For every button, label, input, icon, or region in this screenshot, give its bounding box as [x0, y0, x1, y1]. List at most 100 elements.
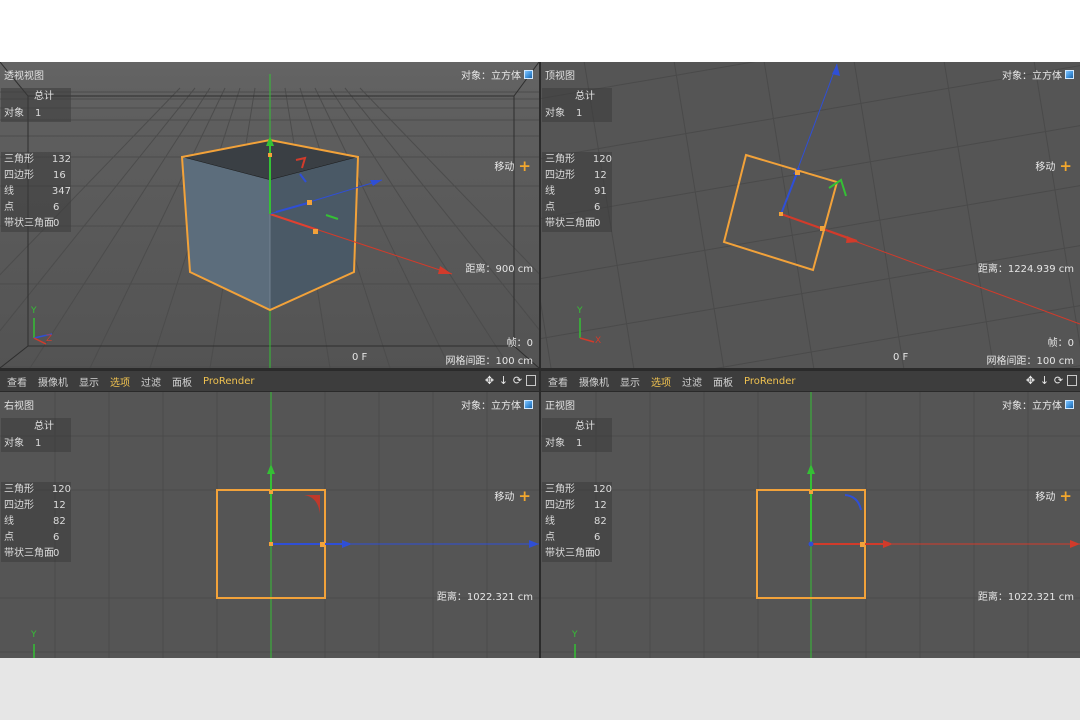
selected-object-label: 对象：立方体: [1002, 67, 1074, 82]
stats-key: 四边形: [4, 500, 34, 511]
menu-view[interactable]: 查看: [7, 374, 27, 389]
move-tool-indicator[interactable]: 移动 +: [494, 488, 531, 503]
viewport-title: 右视图: [4, 401, 34, 412]
maximize-view-icon[interactable]: [526, 375, 536, 386]
stats-row-object: 对象 1: [542, 106, 612, 122]
viewport-nav-tools: ✥ ↓ ⟳: [1025, 374, 1077, 388]
move-tool-indicator[interactable]: 移动 +: [1035, 488, 1072, 503]
menu-prorender[interactable]: ProRender: [203, 376, 254, 387]
menu-prorender[interactable]: ProRender: [744, 376, 795, 387]
stats-row: 线 347: [1, 184, 71, 200]
stats-key: 三角形: [545, 154, 575, 165]
stats-row: 带状三角面 0: [542, 546, 612, 562]
stats-value: 347: [51, 186, 71, 197]
viewport-nav-tools: ✥ ↓ ⟳: [484, 374, 536, 388]
stats-key: 四边形: [545, 170, 575, 181]
menu-view[interactable]: 查看: [548, 374, 568, 389]
bottom-margin: [0, 658, 1080, 720]
stats-value: 91: [594, 186, 607, 197]
axis-label-y: Y: [577, 306, 583, 316]
move-tool-indicator[interactable]: 移动 +: [494, 158, 531, 173]
stats-row: 三角形 120: [1, 482, 71, 498]
stats-value: 6: [53, 202, 60, 213]
viewport-top[interactable]: 顶视图 对象：立方体 总计 对象 1 三角形 120 四边形 12 线 91 点6 带状…: [541, 62, 1080, 368]
move-label: 移动: [494, 492, 515, 503]
move-tool-indicator[interactable]: 移动 +: [1035, 158, 1072, 173]
axis-label-y: Y: [31, 306, 37, 316]
stats-total-header: 总计: [542, 418, 612, 436]
stats-total-header: 总计: [1, 88, 71, 106]
grid-spacing: 网格间距：100 cm: [986, 356, 1074, 367]
stats-key: 点: [545, 202, 555, 213]
stats-row: 点6: [542, 200, 612, 216]
menu-display[interactable]: 显示: [620, 374, 640, 389]
stats-key: 线: [545, 516, 555, 527]
object-label-text: 对象：立方体: [1002, 71, 1062, 82]
stats-row: 四边形 12: [542, 498, 612, 514]
stats-key: 线: [4, 516, 14, 527]
camera-distance: 距离：1022.321 cm: [436, 592, 533, 603]
selected-object-label: 对象：立方体: [461, 67, 533, 82]
maximize-view-icon[interactable]: [1067, 375, 1077, 386]
cube-icon: [524, 70, 533, 79]
viewport-perspective[interactable]: 透视视图 对象：立方体 总计 对象 1 三角形 132 四边形 16 线 347 点6 …: [0, 62, 539, 368]
stats-value: 1: [576, 108, 583, 119]
axis-label-z: Z: [46, 334, 53, 344]
dolly-icon[interactable]: ↓: [498, 374, 509, 388]
stats-row-object: 对象 1: [542, 436, 612, 452]
menu-camera[interactable]: 摄像机: [579, 374, 609, 389]
pan-icon[interactable]: ✥: [484, 374, 495, 388]
viewport-right[interactable]: 右视图 对象：立方体 总计 对象 1 三角形 120 四边形 12 线 82 点6 带状…: [0, 392, 539, 658]
camera-distance: 距离：900 cm: [465, 264, 533, 275]
menu-camera[interactable]: 摄像机: [38, 374, 68, 389]
stats-row-object: 对象 1: [1, 436, 71, 452]
viewport-front[interactable]: 正视图 对象：立方体 总计 对象 1 三角形 120 四边形 12 线 82 点6 带状…: [541, 392, 1080, 658]
stats-key: 点: [545, 532, 555, 543]
menu-filter[interactable]: 过滤: [141, 374, 161, 389]
cube-icon: [1065, 70, 1074, 79]
stats-key: 对象: [4, 438, 24, 449]
selected-object-label: 对象：立方体: [461, 397, 533, 412]
move-label: 移动: [494, 162, 515, 173]
menu-filter[interactable]: 过滤: [682, 374, 702, 389]
move-plus-icon: +: [518, 486, 531, 505]
stats-row: 四边形 12: [542, 168, 612, 184]
stats-row: 三角形 132: [1, 152, 71, 168]
viewport-title: 正视图: [545, 401, 575, 412]
stats-row-object: 对象 1: [1, 106, 71, 122]
pan-icon[interactable]: ✥: [1025, 374, 1036, 388]
stats-row: 三角形 120: [542, 482, 612, 498]
stats-value: 16: [53, 170, 66, 181]
frame-counter: 帧：0: [506, 338, 533, 349]
stats-key: 三角形: [4, 154, 34, 165]
stats-value: 1: [35, 108, 42, 119]
menu-panel[interactable]: 面板: [713, 374, 733, 389]
grid-spacing: 网格间距：100 cm: [445, 356, 533, 367]
stats-key: 点: [4, 202, 14, 213]
menu-display[interactable]: 显示: [79, 374, 99, 389]
stats-panel: 总计 对象 1: [542, 88, 612, 122]
stats-key: 带状三角面: [4, 218, 54, 229]
viewport-menubar-left: 查看 摄像机 显示 选项 过滤 面板 ProRender ✥ ↓ ⟳: [0, 370, 539, 392]
rotate-icon[interactable]: ⟳: [1053, 374, 1064, 388]
menu-options[interactable]: 选项: [651, 374, 671, 389]
stats-total-header: 总计: [542, 88, 612, 106]
stats-row: 点6: [1, 200, 71, 216]
stats-value: 82: [53, 516, 66, 527]
axis-label-y: Y: [31, 630, 37, 640]
menu-panel[interactable]: 面板: [172, 374, 192, 389]
stats-value: 120: [51, 484, 71, 495]
stats-value: 1: [35, 438, 42, 449]
move-label: 移动: [1035, 492, 1056, 503]
top-margin: [0, 0, 1080, 62]
cube-icon: [1065, 400, 1074, 409]
viewport-title: 透视视图: [4, 71, 44, 82]
stats-key: 对象: [545, 108, 565, 119]
stats-value: 6: [594, 202, 601, 213]
rotate-icon[interactable]: ⟳: [512, 374, 523, 388]
stats-value: 12: [594, 500, 607, 511]
stats-row: 线 82: [542, 514, 612, 530]
dolly-icon[interactable]: ↓: [1039, 374, 1050, 388]
menu-options[interactable]: 选项: [110, 374, 130, 389]
stats-panel: 总计 对象 1: [1, 418, 71, 452]
